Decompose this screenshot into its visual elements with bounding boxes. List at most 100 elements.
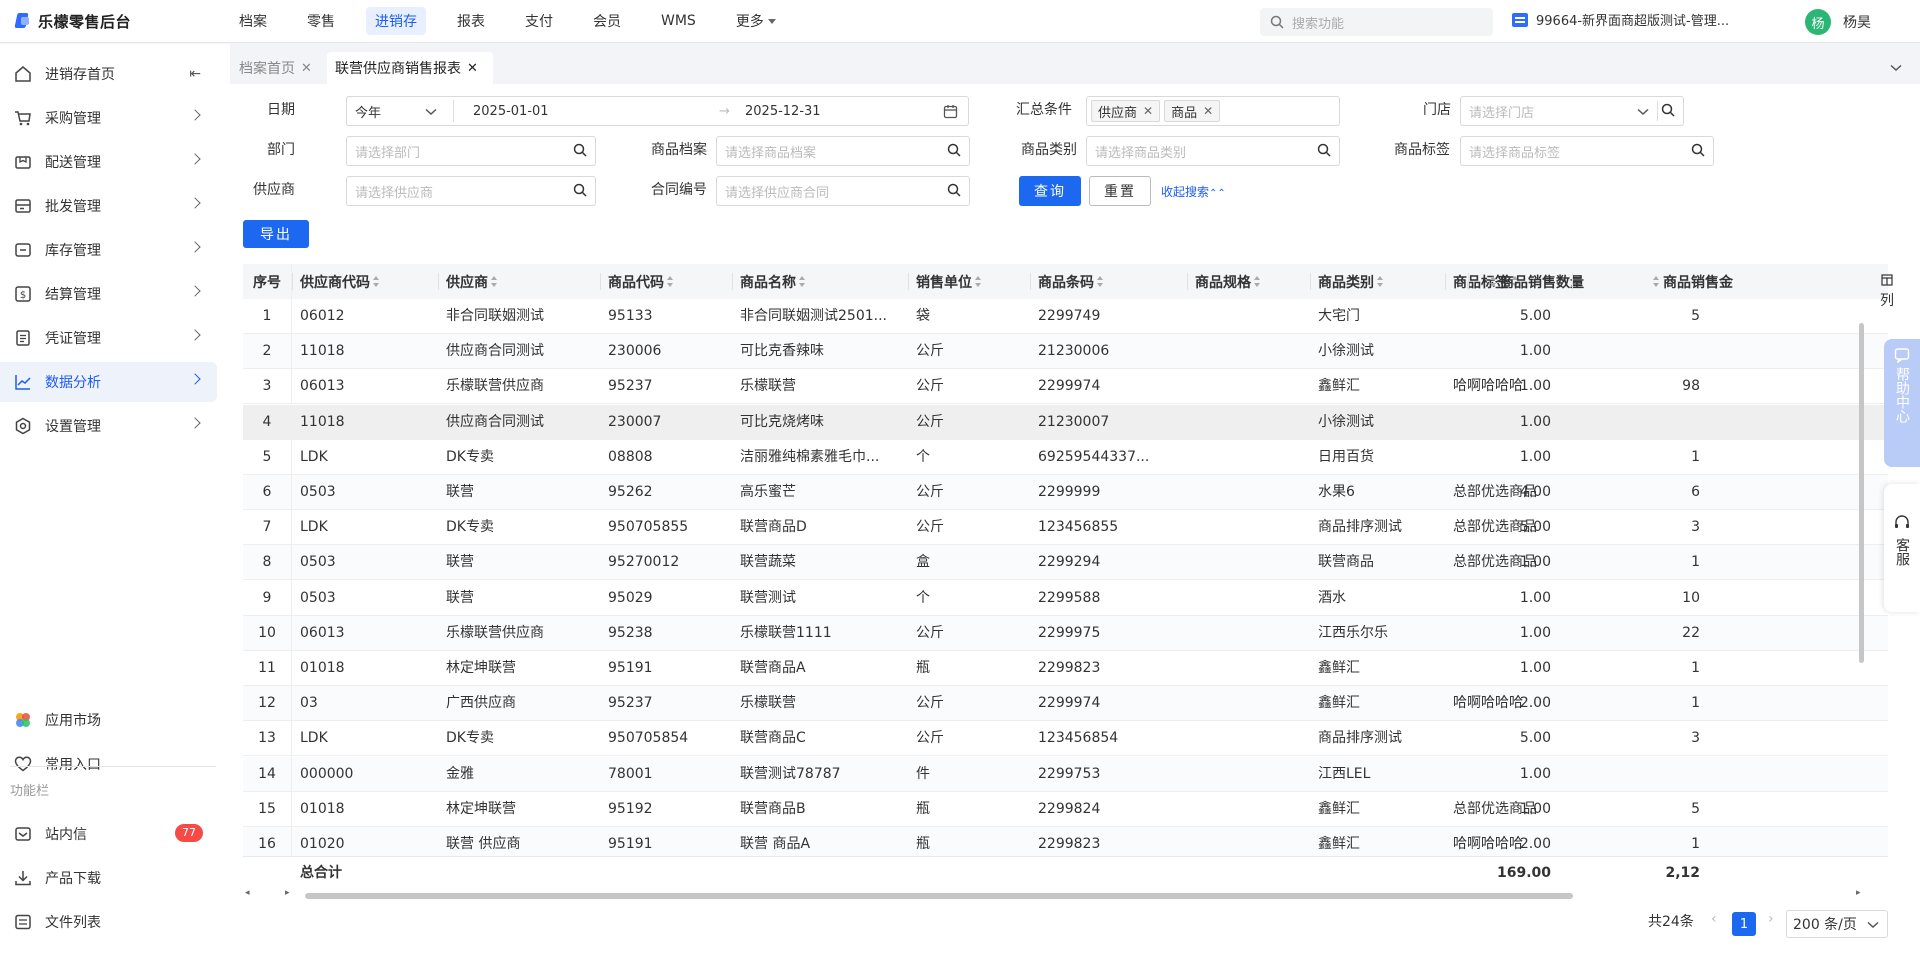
table-row[interactable]: 13 LDK DK专卖 950705854 联营商品C 公斤 123456854 商品排序测试…: [243, 721, 1888, 757]
close-icon[interactable]: ✕: [1143, 104, 1153, 118]
header-col-supplier-code[interactable]: 供应商代码: [300, 264, 380, 299]
sidebar-item-settlement[interactable]: $ 结算管理: [0, 274, 217, 314]
table-row[interactable]: 3 06013 乐檬联营供应商 95237 乐檬联营 公斤 2299974 鑫鲜汇 哈啊哈哈哈 1…: [243, 369, 1888, 405]
table-row[interactable]: 14 000000 金雅 78001 联营测试78787 件 2299753 江西LEL 1.0…: [243, 756, 1888, 792]
close-icon[interactable]: ✕: [301, 61, 312, 76]
prev-page-icon[interactable]: ‹: [1711, 911, 1717, 927]
header-col-barcode[interactable]: 商品条码: [1038, 264, 1104, 299]
table-row[interactable]: 12 03 广西供应商 95237 乐檬联营 公斤 2299974 鑫鲜汇 哈啊哈哈哈 2.00 1: [243, 686, 1888, 722]
sidebar-item-data-analysis[interactable]: 数据分析: [0, 362, 217, 402]
help-center-button[interactable]: 帮助中心: [1884, 339, 1920, 467]
date-range-picker[interactable]: 2025-01-01 → 2025-12-31: [346, 96, 969, 126]
store-select[interactable]: 请选择门店: [1460, 96, 1684, 126]
sort-icon[interactable]: [1377, 275, 1384, 288]
vertical-scrollbar[interactable]: [1858, 315, 1866, 863]
page-1-button[interactable]: 1: [1732, 912, 1756, 936]
search-icon[interactable]: [1661, 103, 1675, 117]
query-button[interactable]: 查询: [1019, 176, 1081, 206]
search-icon[interactable]: [1317, 143, 1331, 157]
search-icon[interactable]: [573, 143, 587, 157]
collapse-search-link[interactable]: 收起搜索⌃⌃: [1161, 183, 1226, 200]
close-icon[interactable]: ✕: [467, 61, 478, 76]
tabs-dropdown[interactable]: [1882, 56, 1910, 80]
vertical-scroll-thumb[interactable]: [1859, 323, 1864, 663]
summary-conditions-select[interactable]: 供应商 ✕ 商品 ✕: [1086, 96, 1340, 126]
search-icon[interactable]: [947, 183, 961, 197]
sidebar-item-app-market[interactable]: 应用市场: [0, 700, 217, 740]
date-start-value[interactable]: 2025-01-01: [473, 104, 549, 119]
header-col-product-code[interactable]: 商品代码: [608, 264, 674, 299]
logo[interactable]: 乐檬零售后台: [0, 11, 230, 32]
sidebar-item-file-list[interactable]: 文件列表: [0, 902, 217, 942]
table-row[interactable]: 7 LDK DK专卖 950705855 联营商品D 公斤 123456855 商品排序测试总…: [243, 510, 1888, 546]
supplier-select[interactable]: 请选择供应商: [346, 176, 596, 206]
header-separator[interactable]: [292, 273, 293, 290]
sort-icon[interactable]: [1490, 275, 1497, 288]
sort-icon[interactable]: [373, 275, 380, 288]
header-col-supplier[interactable]: 供应商: [446, 264, 498, 299]
function-search-input[interactable]: 搜索功能: [1260, 8, 1493, 36]
department-select[interactable]: 请选择部门: [346, 136, 596, 166]
table-row[interactable]: 9 0503 联营 95029 联营测试 个 2299588 酒水 1.00 10: [243, 580, 1888, 616]
sidebar-item-messages[interactable]: 站内信 77: [0, 814, 217, 854]
header-col-category[interactable]: 商品类别: [1318, 264, 1384, 299]
user-menu[interactable]: 杨 杨昊: [1805, 9, 1871, 35]
tab-supplier-sales-report[interactable]: 联营供应商销售报表 ✕: [327, 52, 493, 84]
sidebar-item-wholesale[interactable]: 批发管理: [0, 186, 217, 226]
table-row[interactable]: 8 0503 联营 95270012 联营蔬菜盒 2299294 联营商品 总部优选商品 1.0…: [243, 545, 1888, 581]
header-separator[interactable]: [438, 273, 439, 290]
nav-item-inventory[interactable]: 进销存: [366, 7, 426, 35]
contract-select[interactable]: 请选择供应商合同: [716, 176, 970, 206]
header-separator[interactable]: [1187, 273, 1188, 290]
sidebar-item-settings[interactable]: 设置管理: [0, 406, 217, 446]
header-col-product-name[interactable]: 商品名称: [740, 264, 806, 299]
header-separator[interactable]: [1468, 273, 1469, 290]
search-icon[interactable]: [947, 143, 961, 157]
collapse-sidebar-icon[interactable]: ⇤: [189, 66, 201, 82]
table-row[interactable]: 6 0503 联营 95262 高乐蜜芒 公斤 2299999 水果6 总部优选商品 4.00 6: [243, 475, 1888, 510]
table-row[interactable]: 4 11018 供应商合同测试 230007 可比克烧烤味 公斤 21230007 小徐测试 1…: [243, 404, 1888, 440]
tab-archive-home[interactable]: 档案首页 ✕: [231, 52, 325, 84]
sidebar-item-purchase[interactable]: 采购管理: [0, 98, 217, 138]
category-select[interactable]: 请选择商品类别: [1086, 136, 1340, 166]
table-row[interactable]: 10 06013 乐檬联营供应商 95238 乐檬联营1111 公斤 2299975 江西乐尔…: [243, 615, 1888, 651]
sort-icon[interactable]: [491, 275, 498, 288]
header-col-spec[interactable]: 商品规格: [1195, 264, 1261, 299]
sidebar-item-inventory-home[interactable]: 进销存首页 ⇤: [0, 54, 217, 94]
table-row[interactable]: 5 LDK DK专卖 08808 洁丽雅纯棉素雅毛巾... 个 69259544337...…: [243, 439, 1888, 475]
scroll-right-icon[interactable]: ▸: [285, 888, 290, 898]
nav-item-reports[interactable]: 报表: [448, 7, 494, 35]
store-selector[interactable]: 99664-新界面商超版测试-管理...: [1512, 10, 1729, 29]
column-settings-button[interactable]: 列: [1872, 274, 1902, 310]
table-row[interactable]: 1 06012 非合同联姻测试 95133 非合同联姻测试2501... 袋 2299749…: [243, 299, 1888, 334]
sidebar-item-voucher[interactable]: 凭证管理: [0, 318, 217, 358]
header-separator[interactable]: [732, 273, 733, 290]
sidebar-item-downloads[interactable]: 产品下载: [0, 858, 217, 898]
date-end-value[interactable]: 2025-12-31: [745, 104, 821, 119]
header-separator[interactable]: [600, 273, 601, 290]
header-col-sales-qty[interactable]: 商品销售数量: [1474, 264, 1584, 299]
scroll-right-icon[interactable]: ▸: [1856, 888, 1861, 898]
export-button[interactable]: 导出: [243, 220, 309, 248]
nav-item-member[interactable]: 会员: [584, 7, 630, 35]
nav-item-archive[interactable]: 档案: [230, 7, 276, 35]
scroll-left-icon[interactable]: ◂: [245, 888, 250, 898]
header-separator[interactable]: [908, 273, 909, 290]
table-row[interactable]: 11 01018 林定坤联营 95191 联营商品A 瓶 2299823 鑫鲜汇 1.00 1: [243, 651, 1888, 686]
search-icon[interactable]: [1691, 143, 1705, 157]
sort-icon[interactable]: [667, 275, 674, 288]
reset-button[interactable]: 重置: [1089, 176, 1151, 206]
nav-item-payment[interactable]: 支付: [516, 7, 562, 35]
horizontal-scroll-thumb[interactable]: [305, 893, 1573, 899]
sidebar-item-favorites[interactable]: 常用入口: [0, 744, 217, 784]
close-icon[interactable]: ✕: [1203, 104, 1213, 118]
table-row[interactable]: 15 01018 林定坤联营 95192 联营商品B 瓶 2299824 鑫鲜汇 总部优选商品 1…: [243, 791, 1888, 827]
sidebar-item-delivery[interactable]: 配送管理: [0, 142, 217, 182]
page-size-select[interactable]: 200 条/页: [1786, 910, 1888, 938]
header-separator[interactable]: [1310, 273, 1311, 290]
sort-icon[interactable]: [975, 275, 982, 288]
table-row[interactable]: 2 11018 供应商合同测试 230006 可比克香辣味 公斤 21230006 小徐测试 1…: [243, 334, 1888, 370]
header-col-index[interactable]: 序号: [253, 264, 281, 299]
product-archive-select[interactable]: 请选择商品档案: [716, 136, 970, 166]
customer-service-button[interactable]: 客服: [1884, 484, 1920, 612]
